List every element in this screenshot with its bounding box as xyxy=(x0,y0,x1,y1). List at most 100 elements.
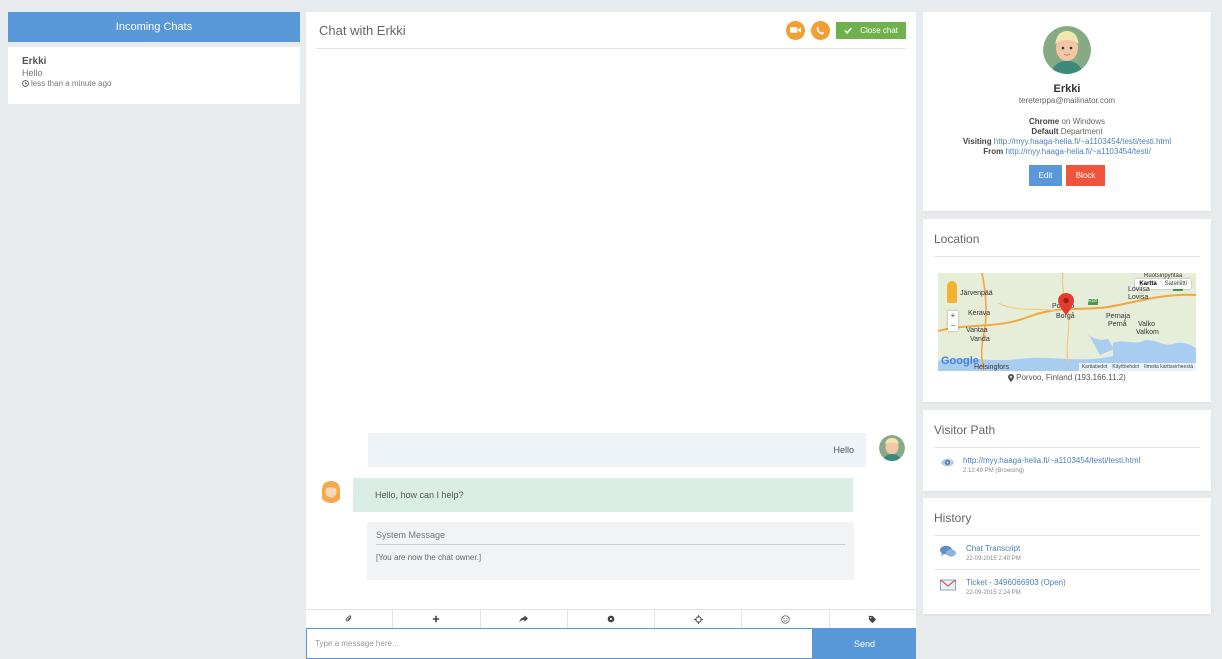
google-logo-text: Google xyxy=(941,355,979,367)
visitor-path-details: http://myy.haaga-helia.fi/~a1103454/test… xyxy=(963,456,1140,474)
map-place-label: Loviisa xyxy=(1128,286,1150,293)
history-item-date: 22-09-2015 2:24 PM xyxy=(966,590,1021,596)
record-button[interactable] xyxy=(568,610,656,628)
visitor-department-line: Default Department xyxy=(923,127,1211,137)
map-footer: Karttatiedot Käyttöehdot Ilmoita karttav… xyxy=(1078,363,1196,371)
send-button[interactable]: Send xyxy=(813,628,916,659)
visitor-info: Chrome on Windows Default Department Vis… xyxy=(923,117,1211,157)
forward-button[interactable] xyxy=(481,610,568,628)
system-message-text: [You are now the chat owner.] xyxy=(376,553,482,562)
emoji-button[interactable] xyxy=(742,610,830,628)
check-icon xyxy=(844,27,852,34)
clock-icon xyxy=(22,80,29,87)
visitor-profile-panel: Erkki tereterppa@mailinator.com Chrome o… xyxy=(923,12,1211,211)
agent-avatar xyxy=(319,479,343,503)
voice-call-button[interactable] xyxy=(811,20,831,40)
map-place-label: Järvenpää xyxy=(960,290,993,297)
location-caption: Porvoo, Finland (193.166.11.2) xyxy=(923,373,1211,382)
map-data-link[interactable]: Karttatiedot xyxy=(1082,364,1108,370)
visitor-path-item: http://myy.haaga-helia.fi/~a1103454/test… xyxy=(923,448,1211,474)
message-input[interactable] xyxy=(306,628,813,659)
location-panel: Location + − Kartta Satelliitti Järvenpä… xyxy=(923,219,1211,402)
attach-button[interactable] xyxy=(306,610,394,628)
paperclip-icon xyxy=(345,615,352,622)
map-pin-icon xyxy=(1058,293,1074,315)
map-place-label: Vanda xyxy=(970,336,990,343)
video-camera-icon xyxy=(790,27,802,33)
history-item[interactable]: Ticket - 3496066903 (Open) 22-09-2015 2:… xyxy=(934,569,1200,596)
map-marker-icon xyxy=(1008,373,1015,382)
incoming-chat-item[interactable]: Erkki Hello less than a minute ago xyxy=(8,47,300,104)
visitor-name: Erkki xyxy=(1053,83,1081,95)
location-header: Location xyxy=(934,219,1200,257)
tag-button[interactable] xyxy=(830,610,916,628)
map-place-label: Valkom xyxy=(1136,329,1159,336)
zoom-in-button[interactable]: + xyxy=(948,311,958,321)
map-place-label: Kerava xyxy=(968,310,991,317)
visitor-department-suffix: Department xyxy=(1058,127,1103,136)
visitor-from-line: From http://myy.haaga-helia.fi/~a1103454… xyxy=(923,147,1211,157)
map-type-satellite[interactable]: Satelliitti xyxy=(1161,279,1191,289)
history-item-link[interactable]: Chat Transcript xyxy=(966,544,1021,553)
chat-panel: Chat with Erkki Close chat Hello Hello, … xyxy=(306,12,916,659)
visitor-email: tereterppa@mailinator.com xyxy=(1018,96,1116,105)
visitor-visiting-line: Visiting http://myy.haaga-helia.fi/~a110… xyxy=(923,137,1211,147)
edit-button[interactable]: Edit xyxy=(1029,165,1062,186)
visitor-browser: Chrome xyxy=(1028,117,1060,126)
history-item[interactable]: Chat Transcript 22-09-2015 2:40 PM xyxy=(923,536,1211,569)
crosshair-icon xyxy=(693,614,703,624)
from-link[interactable]: http://myy.haaga-helia.fi/~a1103454/test… xyxy=(1005,147,1150,156)
incoming-chats-panel: Incoming Chats Erkki Hello less than a m… xyxy=(8,12,300,659)
visitor-path-meta: 2:12:49 PM (Browsing) xyxy=(963,468,1025,474)
visitor-path-link[interactable]: http://myy.haaga-helia.fi/~a1103454/test… xyxy=(963,456,1140,465)
history-item-details: Chat Transcript 22-09-2015 2:40 PM xyxy=(966,544,1021,562)
map-place-label: Pernaja xyxy=(1106,313,1131,320)
chat-title: Chat with Erkki xyxy=(319,22,406,38)
chat-item-preview: Hello xyxy=(22,68,43,78)
location-map[interactable]: + − Kartta Satelliitti Järvenpää Kerava … xyxy=(938,273,1196,371)
plus-icon xyxy=(433,615,440,623)
map-logo: Google xyxy=(941,355,979,367)
chat-header: Chat with Erkki Close chat xyxy=(316,12,906,49)
envelope-icon xyxy=(940,579,956,591)
history-header: History xyxy=(934,498,1200,536)
location-title: Location xyxy=(934,232,980,246)
history-panel: History Chat Transcript 22-09-2015 2:40 … xyxy=(923,498,1211,614)
from-label: From xyxy=(983,147,1006,156)
incoming-message: Hello, how can I help? xyxy=(353,478,853,512)
system-message: System Message [You are now the chat own… xyxy=(367,522,854,580)
visitor-sidebar: Erkki tereterppa@mailinator.com Chrome o… xyxy=(923,12,1211,614)
location-caption-text: Porvoo, Finland (193.166.11.2) xyxy=(1016,373,1126,382)
visitor-profile-avatar xyxy=(1043,26,1091,74)
map-road-label: E18 xyxy=(1088,298,1097,304)
smiley-icon xyxy=(781,614,790,624)
add-button[interactable] xyxy=(393,610,481,628)
target-button[interactable] xyxy=(655,610,743,628)
visiting-label: Visiting xyxy=(962,137,994,146)
map-place-label: Lovisa xyxy=(1128,294,1149,301)
eye-icon xyxy=(940,458,955,467)
pegman-icon[interactable] xyxy=(947,281,957,303)
visitor-department: Default xyxy=(1031,127,1059,136)
map-place-label: Vantaa xyxy=(966,327,988,334)
profile-actions: Edit Block xyxy=(923,165,1211,186)
visiting-link[interactable]: http://myy.haaga-helia.fi/~a1103454/test… xyxy=(994,137,1171,146)
map-terms-link[interactable]: Käyttöehdot xyxy=(1112,364,1139,370)
close-chat-button[interactable]: Close chat xyxy=(836,21,906,39)
chat-item-time: less than a minute ago xyxy=(22,79,286,88)
block-button[interactable]: Block xyxy=(1066,165,1105,186)
map-report-link[interactable]: Ilmoita karttavirheestä xyxy=(1144,364,1193,370)
chat-item-name: Erkki xyxy=(22,56,47,67)
history-title: History xyxy=(934,511,972,525)
phone-icon xyxy=(816,26,825,34)
visitor-path-panel: Visitor Path http://myy.haaga-helia.fi/~… xyxy=(923,410,1211,491)
video-call-button[interactable] xyxy=(786,20,806,40)
agent-avatar-icon xyxy=(319,479,343,503)
history-item-link[interactable]: Ticket - 3496066903 (Open) xyxy=(966,578,1066,587)
history-item-details: Ticket - 3496066903 (Open) 22-09-2015 2:… xyxy=(966,578,1066,596)
visitor-path-title: Visitor Path xyxy=(934,423,996,437)
zoom-out-button[interactable]: − xyxy=(948,321,958,331)
map-place-label: Pernå xyxy=(1108,321,1127,328)
tag-icon xyxy=(869,615,877,623)
close-chat-label: Close chat xyxy=(860,25,898,35)
